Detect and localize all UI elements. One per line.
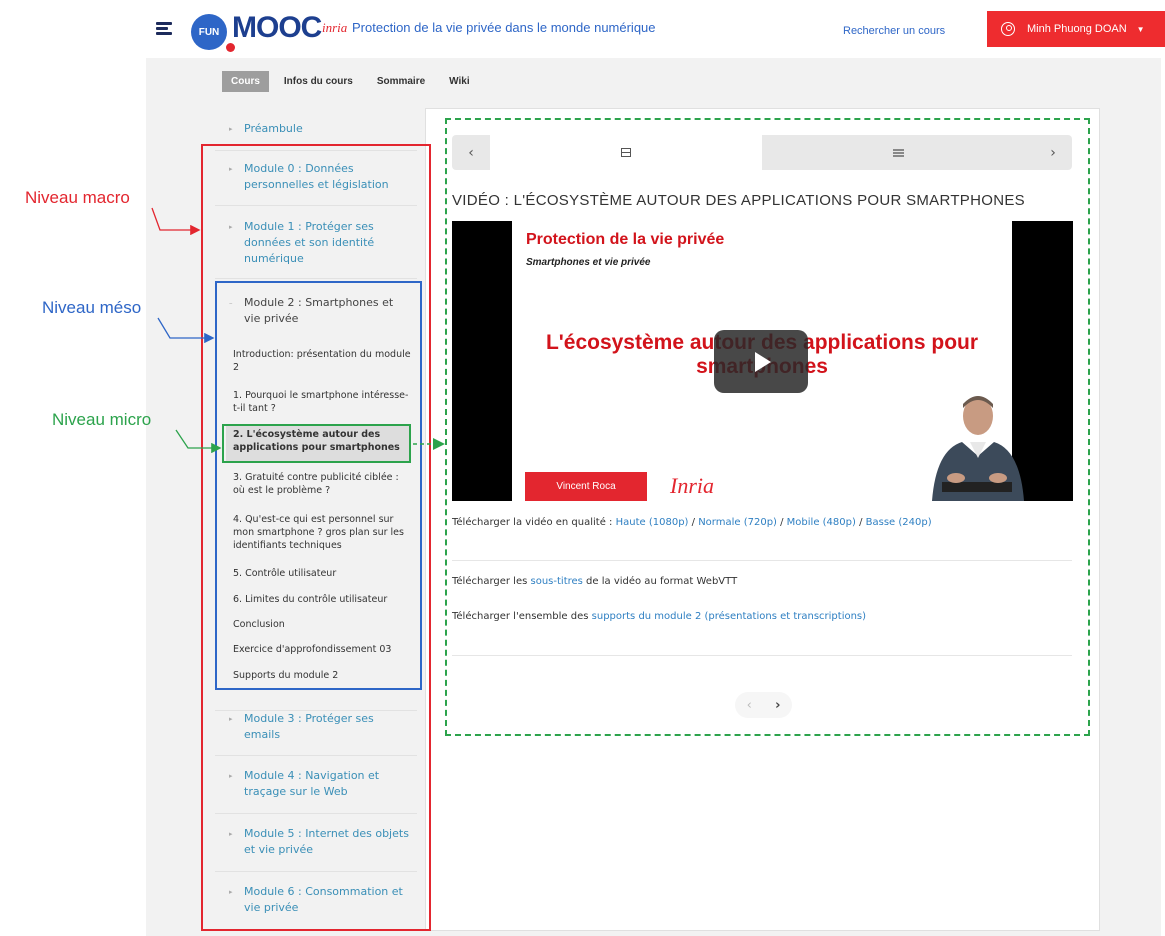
sequence-tab-video[interactable]: [490, 135, 762, 170]
slide-subtitle: Smartphones et vie privée: [526, 257, 651, 268]
bullet-icon: ▸: [229, 772, 233, 780]
subsection-3[interactable]: 3. Gratuité contre publicité ciblée : où…: [233, 471, 411, 497]
sidebar-module-label: Module 1 : Protéger ses données et son i…: [244, 220, 375, 265]
course-title[interactable]: Protection de la vie privée dans le mond…: [352, 20, 656, 35]
bullet-icon: ▸: [229, 830, 233, 838]
search-course-link[interactable]: Rechercher un cours: [843, 25, 945, 37]
bullet-icon: ▸: [229, 125, 233, 133]
download-video-prefix: Télécharger la vidéo en qualité :: [452, 517, 616, 528]
bottom-sequence-nav: ‹ ›: [735, 692, 792, 718]
download-link-720p[interactable]: Normale (720p): [698, 517, 777, 528]
sidebar-module-label: Module 0 : Données personnelles et légis…: [244, 162, 389, 191]
bullet-icon: ▸: [229, 165, 233, 173]
sequence-prev-button[interactable]: ‹: [452, 135, 490, 170]
sidebar-module-6[interactable]: ▸ Module 6 : Consommation et vie privée: [215, 884, 417, 930]
presenter-figure: [932, 396, 1024, 501]
inria-logo: Inria: [670, 473, 714, 498]
bullet-icon: ▸: [229, 223, 233, 231]
user-name: Minh Phuong DOAN: [1027, 23, 1127, 35]
download-link-240p[interactable]: Basse (240p): [866, 517, 932, 528]
fun-logo[interactable]: FUN: [191, 14, 227, 50]
annotation-micro-label: Niveau micro: [52, 410, 152, 429]
download-link-480p[interactable]: Mobile (480p): [787, 517, 856, 528]
play-button[interactable]: [714, 330, 808, 393]
subsection-6[interactable]: 6. Limites du contrôle utilisateur: [233, 593, 411, 606]
bullet-icon: ▸: [229, 715, 233, 723]
sidebar-module-5[interactable]: ▸ Module 5 : Internet des objets et vie …: [215, 826, 417, 872]
caret-down-icon: ▼: [1136, 24, 1145, 34]
sidebar-module-label: Module 2 : Smartphones et vie privée: [244, 296, 394, 325]
sidebar-module-2[interactable]: – Module 2 : Smartphones et vie privée: [215, 295, 417, 331]
sidebar-module-label: Module 4 : Navigation et traçage sur le …: [244, 769, 380, 798]
sidebar-module-label: Préambule: [244, 122, 303, 135]
video-player[interactable]: Protection de la vie privée Smartphones …: [452, 221, 1073, 501]
sidebar-module-label: Module 6 : Consommation et vie privée: [244, 885, 403, 914]
sidebar-module-4[interactable]: ▸ Module 4 : Navigation et traçage sur l…: [215, 768, 417, 814]
download-subtitles-row: Télécharger les sous-titres de la vidéo …: [452, 576, 737, 587]
subsection-1[interactable]: 1. Pourquoi le smartphone intéresse-t-il…: [233, 389, 411, 415]
subtitles-link[interactable]: sous-titres: [531, 576, 583, 587]
bottom-next-button[interactable]: ›: [764, 692, 793, 718]
subsection-supports[interactable]: Supports du module 2: [233, 669, 411, 682]
download-separator: /: [855, 517, 866, 528]
download-supports-prefix: Télécharger l'ensemble des: [452, 611, 592, 622]
divider: [452, 655, 1072, 656]
download-link-1080p[interactable]: Haute (1080p): [616, 517, 689, 528]
subsection-exercice[interactable]: Exercice d'approfondissement 03: [233, 643, 411, 656]
course-tabs: Cours Infos du cours Sommaire Wiki: [222, 71, 485, 92]
subsection-conclusion[interactable]: Conclusion: [233, 618, 411, 631]
slide-title: Protection de la vie privée: [526, 231, 725, 248]
sidebar-module-preambule[interactable]: ▸ Préambule: [215, 121, 417, 151]
sidebar-module-3[interactable]: ▸ Module 3 : Protéger ses emails: [215, 710, 417, 756]
hamburger-menu-icon[interactable]: [156, 22, 172, 36]
tab-infos-du-cours[interactable]: Infos du cours: [275, 71, 362, 92]
film-icon: [621, 148, 631, 157]
download-separator: /: [688, 517, 699, 528]
sidebar-module-1[interactable]: ▸ Module 1 : Protéger ses données et son…: [215, 219, 417, 279]
tab-wiki[interactable]: Wiki: [440, 71, 478, 92]
subsection-5[interactable]: 5. Contrôle utilisateur: [233, 567, 411, 580]
sequence-tab-text[interactable]: [762, 135, 1034, 170]
bullet-icon: ▸: [229, 888, 233, 896]
download-video-row: Télécharger la vidéo en qualité : Haute …: [452, 517, 932, 528]
download-supports-row: Télécharger l'ensemble des supports du m…: [452, 611, 866, 622]
sidebar-module-0[interactable]: ▸ Module 0 : Données personnelles et lég…: [215, 161, 417, 206]
expanded-bullet-icon: –: [229, 299, 233, 307]
tab-cours[interactable]: Cours: [222, 71, 269, 92]
annotation-macro-label: Niveau macro: [25, 188, 130, 207]
sequence-next-button[interactable]: ›: [1034, 135, 1072, 170]
download-subtitles-prefix: Télécharger les: [452, 576, 531, 587]
supports-link[interactable]: supports du module 2 (présentations et t…: [592, 611, 866, 622]
subsection-4[interactable]: 4. Qu'est-ce qui est personnel sur mon s…: [233, 513, 411, 552]
bottom-prev-button[interactable]: ‹: [735, 692, 764, 718]
download-subtitles-suffix: de la vidéo au format WebVTT: [582, 576, 738, 587]
divider: [452, 560, 1072, 561]
mooc-logo[interactable]: MOOC: [232, 11, 322, 45]
user-icon: [1001, 22, 1015, 36]
user-menu-button[interactable]: Minh Phuong DOAN ▼: [987, 11, 1165, 47]
presenter-name-tag: Vincent Roca: [525, 472, 647, 501]
sequence-navigation: ‹ ›: [452, 135, 1072, 170]
subsection-2-active[interactable]: 2. L'écosystème autour des applications …: [226, 425, 411, 461]
sidebar-module-label: Module 5 : Internet des objets et vie pr…: [244, 827, 409, 856]
download-separator: /: [776, 517, 787, 528]
tab-sommaire[interactable]: Sommaire: [368, 71, 434, 92]
subsection-intro[interactable]: Introduction: présentation du module 2: [233, 348, 411, 374]
list-icon: [892, 148, 904, 157]
inria-partner-logo: inria: [322, 20, 348, 35]
annotation-meso-label: Niveau méso: [42, 298, 142, 317]
sidebar-module-label: Module 3 : Protéger ses emails: [244, 712, 374, 741]
video-title: VIDÉO : L'ÉCOSYSTÈME AUTOUR DES APPLICAT…: [452, 192, 1025, 209]
